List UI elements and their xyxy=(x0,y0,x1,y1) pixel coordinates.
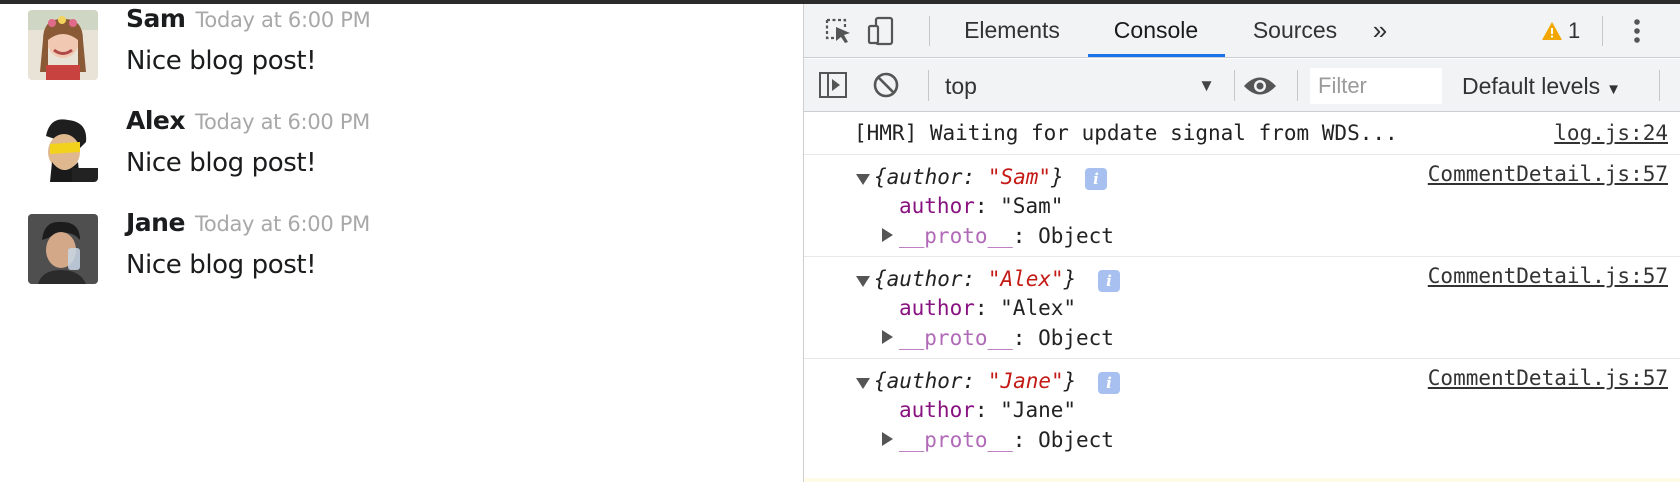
comment-text: Nice blog post! xyxy=(126,148,317,178)
info-icon: i xyxy=(1098,372,1120,394)
avatar xyxy=(28,112,98,182)
active-tab-indicator xyxy=(1088,54,1225,57)
object-summary[interactable]: {author: "Alex"} xyxy=(874,267,1076,291)
console-object-entry: {author: "Sam"} i CommentDetail.js:57 au… xyxy=(804,156,1680,257)
comment-author[interactable]: Alex xyxy=(126,106,186,135)
console-toolbar: top ▼ Default levels ▼ xyxy=(804,59,1680,112)
device-toolbar-icon[interactable] xyxy=(864,14,898,48)
comment-date: Today at 6:00 PM xyxy=(194,212,370,236)
object-property: author: "Jane" xyxy=(899,398,1077,422)
expand-triangle-icon[interactable] xyxy=(882,432,893,446)
comment-author[interactable]: Sam xyxy=(126,4,186,33)
sidebar-toggle-icon[interactable] xyxy=(816,68,850,102)
console-object-entry: {author: "Jane"} i CommentDetail.js:57 a… xyxy=(804,360,1680,461)
console-prompt-strip[interactable] xyxy=(804,478,1680,482)
inspect-element-icon[interactable] xyxy=(821,14,855,48)
warning-icon xyxy=(1542,22,1562,40)
collapse-triangle-icon[interactable] xyxy=(856,378,870,389)
console-output: [HMR] Waiting for update signal from WDS… xyxy=(804,113,1680,482)
console-message: [HMR] Waiting for update signal from WDS… xyxy=(804,113,1680,155)
log-levels-label: Default levels xyxy=(1462,73,1601,99)
object-summary[interactable]: {author: "Jane"} xyxy=(874,369,1076,393)
tab-sources[interactable]: Sources xyxy=(1240,4,1350,58)
proto-property[interactable]: __proto__: Object xyxy=(899,428,1114,452)
source-link[interactable]: CommentDetail.js:57 xyxy=(1428,264,1668,288)
source-link[interactable]: CommentDetail.js:57 xyxy=(1428,366,1668,390)
kebab-menu-icon[interactable] xyxy=(1622,14,1652,48)
context-value: top xyxy=(945,73,977,99)
comment-author[interactable]: Jane xyxy=(126,208,185,237)
warning-count: 1 xyxy=(1568,18,1581,43)
chevron-down-icon: ▼ xyxy=(1198,76,1215,95)
console-message-text: [HMR] Waiting for update signal from WDS… xyxy=(854,121,1398,145)
comment-date: Today at 6:00 PM xyxy=(195,8,371,32)
tab-elements[interactable]: Elements xyxy=(952,4,1072,58)
devtools-tabbar: Elements Console Sources » 1 xyxy=(804,4,1680,58)
log-levels-dropdown[interactable]: Default levels ▼ xyxy=(1462,71,1621,101)
eye-icon[interactable] xyxy=(1243,69,1277,103)
expand-triangle-icon[interactable] xyxy=(882,330,893,344)
console-object-entry: {author: "Alex"} i CommentDetail.js:57 a… xyxy=(804,258,1680,359)
toolbar-divider xyxy=(1659,70,1660,101)
chevron-down-icon: ▼ xyxy=(1606,81,1621,98)
comment-text: Nice blog post! xyxy=(126,46,317,76)
context-selector[interactable]: top ▼ xyxy=(945,71,1215,101)
comments-page: Sam Today at 6:00 PM Nice blog post! Alex… xyxy=(0,4,803,482)
comment-date: Today at 6:00 PM xyxy=(195,110,371,134)
toolbar-divider xyxy=(928,70,929,101)
toolbar-divider xyxy=(1234,70,1235,101)
proto-property[interactable]: __proto__: Object xyxy=(899,224,1114,248)
expand-triangle-icon[interactable] xyxy=(882,228,893,242)
info-icon: i xyxy=(1085,168,1107,190)
collapse-triangle-icon[interactable] xyxy=(856,174,870,185)
comment-item: Sam Today at 6:00 PM Nice blog post! xyxy=(28,4,768,100)
source-link[interactable]: CommentDetail.js:57 xyxy=(1428,162,1668,186)
comment-text: Nice blog post! xyxy=(126,250,317,280)
object-property: author: "Sam" xyxy=(899,194,1064,218)
proto-property[interactable]: __proto__: Object xyxy=(899,326,1114,350)
collapse-triangle-icon[interactable] xyxy=(856,276,870,287)
more-tabs-button[interactable]: » xyxy=(1362,4,1398,58)
clear-console-icon[interactable] xyxy=(869,68,903,102)
comment-item: Jane Today at 6:00 PM Nice blog post! xyxy=(28,208,768,304)
source-link[interactable]: log.js:24 xyxy=(1554,121,1668,145)
comment-item: Alex Today at 6:00 PM Nice blog post! xyxy=(28,106,768,202)
filter-input[interactable] xyxy=(1310,68,1442,104)
devtools-panel: Elements Console Sources » 1 top ▼ Filte… xyxy=(803,4,1680,482)
info-icon: i xyxy=(1098,270,1120,292)
avatar xyxy=(28,214,98,284)
toolbar-divider xyxy=(929,16,930,46)
warning-counter[interactable]: 1 xyxy=(1542,16,1580,46)
toolbar-divider xyxy=(1602,16,1603,46)
toolbar-divider xyxy=(1297,70,1298,101)
object-summary[interactable]: {author: "Sam"} xyxy=(874,165,1064,189)
avatar xyxy=(28,10,98,80)
tab-console[interactable]: Console xyxy=(1090,4,1222,58)
object-property: author: "Alex" xyxy=(899,296,1077,320)
